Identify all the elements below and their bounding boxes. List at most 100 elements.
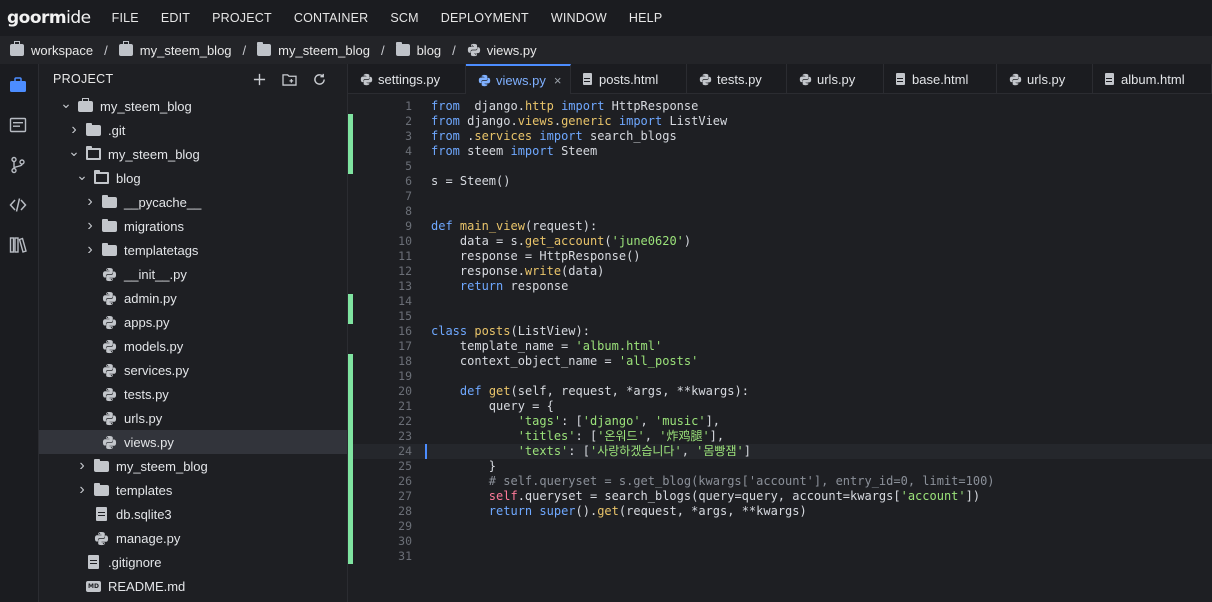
- code-token: 'all_posts': [618, 354, 699, 368]
- tree-item[interactable]: ⌄ my_steem_blog: [39, 142, 347, 166]
- tree-item[interactable]: tests.py: [39, 382, 347, 406]
- code-token: query = {: [431, 399, 554, 413]
- html-file-icon: [1105, 73, 1114, 85]
- breadcrumb-project[interactable]: my_steem_blog: [118, 41, 232, 58]
- line-number: 10: [398, 234, 412, 248]
- new-file-button[interactable]: [251, 71, 267, 87]
- code-editor[interactable]: 1 from django.http import HttpResponse 2 fr…: [348, 95, 1212, 602]
- code-token: ,: [640, 414, 655, 428]
- tree-item-label: .git: [108, 122, 126, 138]
- menu-scm[interactable]: SCM: [390, 11, 418, 25]
- chevron-down-icon[interactable]: ⌄: [68, 144, 80, 158]
- breadcrumb: workspace / my_steem_blog / my_steem_blo…: [0, 36, 1212, 64]
- menu-window[interactable]: WINDOW: [551, 11, 607, 25]
- tree-item-label: templates: [116, 482, 173, 498]
- line-number: 7: [405, 189, 412, 203]
- chevron-right-icon[interactable]: ›: [84, 217, 96, 235]
- tree-item[interactable]: › .git: [39, 118, 347, 142]
- code-line: 1 from django.http import HttpResponse: [348, 99, 1212, 114]
- tab-tests-py[interactable]: tests.py: [687, 64, 787, 94]
- tree-item[interactable]: ⌄ my_steem_blog: [39, 94, 347, 118]
- chevron-down-icon[interactable]: ⌄: [76, 168, 88, 182]
- code-token: ,: [644, 429, 660, 443]
- menu-help[interactable]: HELP: [629, 11, 662, 25]
- python-icon: [1009, 73, 1022, 85]
- tree-item[interactable]: urls.py: [39, 406, 347, 430]
- tab-base-html[interactable]: base.html: [884, 64, 997, 94]
- tree-item[interactable]: ⌄ blog: [39, 166, 347, 190]
- tree-item[interactable]: apps.py: [39, 310, 347, 334]
- tab-urls-py[interactable]: urls.py: [787, 64, 884, 94]
- code-line: 5: [348, 159, 1212, 174]
- python-icon: [102, 363, 117, 377]
- tab-label: posts.html: [599, 71, 659, 87]
- breadcrumb-folder[interactable]: my_steem_blog: [257, 42, 370, 58]
- tree-item[interactable]: __init__.py: [39, 262, 347, 286]
- code-text: s = Steem(): [431, 174, 510, 189]
- source-control-button[interactable]: [8, 155, 28, 175]
- goormide-logo[interactable]: goormide: [7, 8, 91, 28]
- code-token: '사랑하겠습니다': [589, 444, 682, 458]
- tab-album-html[interactable]: album.html: [1093, 64, 1212, 94]
- chevron-right-icon[interactable]: ›: [76, 457, 88, 475]
- refresh-button[interactable]: [311, 71, 327, 87]
- breadcrumb-workspace[interactable]: workspace: [10, 41, 93, 58]
- tree-item[interactable]: › templates: [39, 478, 347, 502]
- tab-label: views.py: [496, 72, 546, 88]
- tree-item[interactable]: › __pycache__: [39, 190, 347, 214]
- project-explorer-button[interactable]: [8, 75, 28, 95]
- tree-item[interactable]: db.sqlite3: [39, 502, 347, 526]
- code-line: 16 class posts(ListView):: [348, 324, 1212, 339]
- tree-item[interactable]: › templatetags: [39, 238, 347, 262]
- folder-icon: [102, 242, 117, 256]
- code-token: ): [683, 234, 692, 248]
- breadcrumb-folder[interactable]: blog: [395, 42, 441, 58]
- tree-item[interactable]: services.py: [39, 358, 347, 382]
- tree-item-label: templatetags: [124, 242, 199, 258]
- breadcrumb-file[interactable]: views.py: [467, 43, 537, 58]
- tab-posts-html[interactable]: posts.html: [571, 64, 687, 94]
- folder-icon: [102, 194, 117, 208]
- line-number: 18: [398, 354, 412, 368]
- chevron-right-icon[interactable]: ›: [68, 121, 80, 139]
- close-tab-icon[interactable]: ×: [554, 73, 562, 88]
- tree-item[interactable]: admin.py: [39, 286, 347, 310]
- extensions-button[interactable]: [8, 235, 28, 255]
- code-button[interactable]: [8, 195, 28, 215]
- menu-container[interactable]: CONTAINER: [294, 11, 369, 25]
- menu-project[interactable]: PROJECT: [212, 11, 272, 25]
- menu-deployment[interactable]: DEPLOYMENT: [441, 11, 529, 25]
- chevron-right-icon[interactable]: ›: [84, 193, 96, 211]
- python-icon: [102, 435, 117, 449]
- tree-item[interactable]: models.py: [39, 334, 347, 358]
- tree-item[interactable]: › migrations: [39, 214, 347, 238]
- outline-button[interactable]: [8, 115, 28, 135]
- code-text: data = s.get_account('june0620'): [431, 234, 691, 249]
- menu-edit[interactable]: EDIT: [161, 11, 190, 25]
- tab-views-py[interactable]: views.py ×: [466, 64, 571, 94]
- chevron-right-icon[interactable]: ›: [76, 481, 88, 499]
- tab-settings-py[interactable]: settings.py: [348, 64, 466, 94]
- tree-item[interactable]: manage.py: [39, 526, 347, 550]
- tree-item[interactable]: .gitignore: [39, 550, 347, 574]
- new-folder-button[interactable]: [281, 71, 297, 87]
- tree-item-label: manage.py: [116, 530, 181, 546]
- tree-item[interactable]: views.py: [39, 430, 347, 454]
- breadcrumb-label: my_steem_blog: [278, 42, 370, 58]
- code-text: 'texts': ['사랑하겠습니다', '몸빵잼']: [431, 444, 751, 459]
- line-number: 20: [398, 384, 412, 398]
- code-token: data = s.: [431, 234, 525, 248]
- chevron-right-icon[interactable]: ›: [84, 241, 96, 259]
- tree-item-label: urls.py: [124, 410, 163, 426]
- modified-line-marker: [348, 294, 353, 309]
- menu-file[interactable]: FILE: [112, 11, 139, 25]
- chevron-down-icon[interactable]: ⌄: [60, 96, 72, 110]
- tree-item[interactable]: MD README.md: [39, 574, 347, 598]
- tree-item[interactable]: › my_steem_blog: [39, 454, 347, 478]
- python-icon: [94, 531, 109, 545]
- python-icon: [478, 74, 491, 86]
- code-line: 15: [348, 309, 1212, 324]
- tab-urls-py[interactable]: urls.py: [997, 64, 1093, 94]
